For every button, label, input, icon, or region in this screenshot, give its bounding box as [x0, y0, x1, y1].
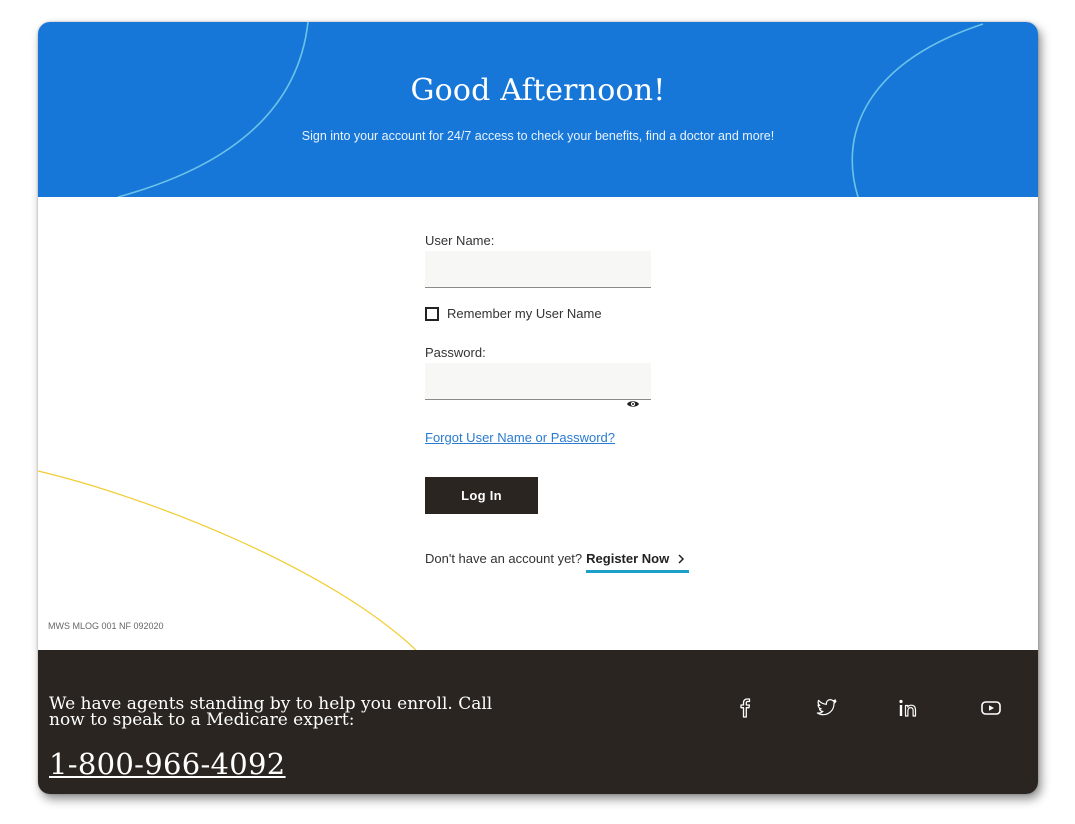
youtube-icon[interactable] [979, 696, 1003, 720]
remember-username-label: Remember my User Name [447, 306, 602, 321]
no-account-text: Don't have an account yet? [425, 551, 583, 566]
yellow-decorative-curve [38, 470, 417, 650]
footer-agent-text: We have agents standing by to help you e… [49, 694, 493, 730]
username-label: User Name: [425, 233, 495, 248]
log-in-button[interactable]: Log In [425, 477, 538, 514]
remember-username-checkbox[interactable] [425, 306, 439, 321]
eye-icon[interactable] [626, 397, 640, 411]
phone-number-link[interactable]: 1-800-966-4092 [49, 747, 286, 781]
twitter-icon[interactable] [815, 696, 839, 720]
hero-banner: Good Afternoon! Sign into your account f… [38, 22, 1038, 197]
register-now-label: Register Now [586, 551, 670, 566]
register-prompt: Don't have an account yet? Register Now [425, 551, 690, 573]
hero-decorative-curves [117, 22, 984, 197]
password-input[interactable] [425, 363, 651, 400]
footer: We have agents standing by to help you e… [38, 650, 1038, 794]
remember-username-checkbox-row[interactable]: Remember my User Name [425, 306, 602, 321]
page-code: MWS MLOG 001 NF 092020 [48, 621, 164, 631]
register-now-link[interactable]: Register Now [586, 551, 690, 573]
username-input[interactable] [425, 251, 651, 288]
forgot-credentials-link[interactable]: Forgot User Name or Password? [425, 430, 615, 445]
login-page: Good Afternoon! Sign into your account f… [38, 22, 1038, 794]
page-title: Good Afternoon! [410, 73, 666, 108]
facebook-icon[interactable] [733, 696, 757, 720]
linkedin-icon[interactable] [897, 696, 921, 720]
chevron-right-icon [678, 553, 685, 564]
page-subtitle: Sign into your account for 24/7 access t… [301, 129, 775, 143]
password-label: Password: [425, 345, 486, 360]
